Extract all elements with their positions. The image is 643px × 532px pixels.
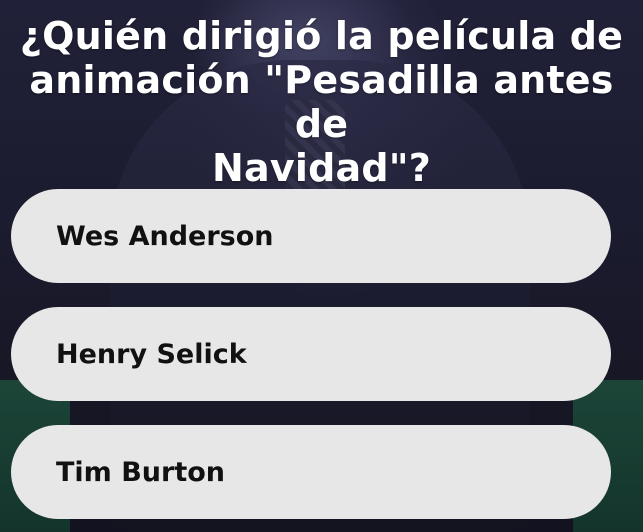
question-line: Navidad"? [212,146,431,190]
answer-list: Wes Anderson Henry Selick Tim Burton [11,189,611,519]
answer-label: Tim Burton [56,456,226,488]
question-line: ¿Quién dirigió la película de [19,14,624,58]
question-text: ¿Quién dirigió la película de animación … [0,14,643,190]
answer-label: Henry Selick [56,338,247,370]
answer-option-3[interactable]: Tim Burton [11,425,611,519]
answer-label: Wes Anderson [56,220,274,252]
answer-option-2[interactable]: Henry Selick [11,307,611,401]
answer-option-1[interactable]: Wes Anderson [11,189,611,283]
question-line: animación "Pesadilla antes de [29,58,614,146]
